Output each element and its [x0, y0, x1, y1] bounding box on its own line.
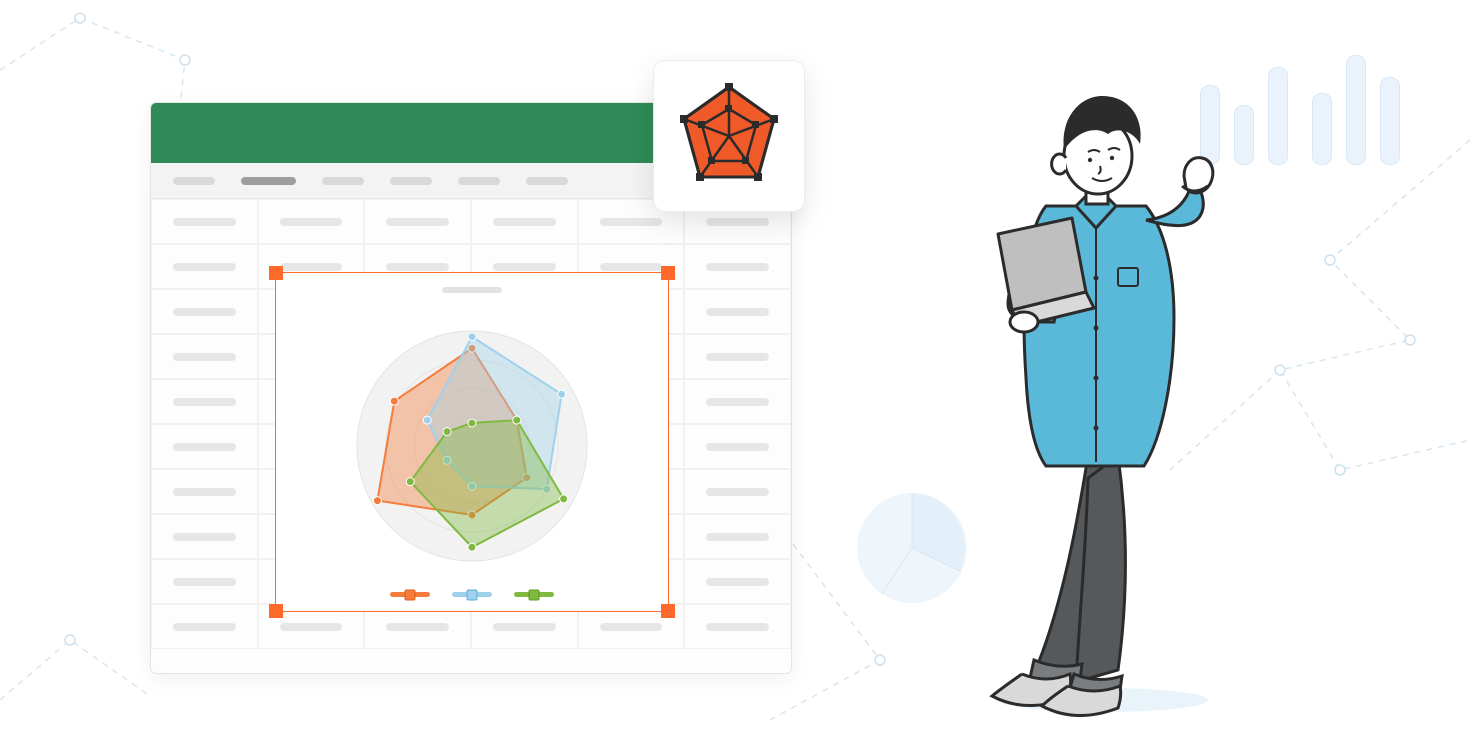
ribbon-tab[interactable] — [173, 177, 215, 185]
ribbon-tab[interactable] — [322, 177, 364, 185]
resize-handle[interactable] — [269, 266, 283, 280]
embedded-radar-chart[interactable] — [275, 272, 669, 612]
resize-handle[interactable] — [661, 266, 675, 280]
ribbon-tab[interactable] — [458, 177, 500, 185]
ribbon-tab[interactable] — [526, 177, 568, 185]
resize-handle[interactable] — [661, 604, 675, 618]
chart-legend — [276, 592, 668, 597]
ribbon-tab-active[interactable] — [241, 177, 296, 185]
mini-pie-chart-decor — [852, 488, 972, 608]
ribbon-tab[interactable] — [390, 177, 432, 185]
legend-item — [390, 592, 430, 597]
person-illustration — [968, 78, 1248, 718]
legend-item — [514, 592, 554, 597]
radar-chart-icon-card — [653, 60, 805, 212]
legend-item — [452, 592, 492, 597]
radar-plot — [276, 291, 668, 591]
resize-handle[interactable] — [269, 604, 283, 618]
radar-chart-icon — [674, 81, 784, 191]
